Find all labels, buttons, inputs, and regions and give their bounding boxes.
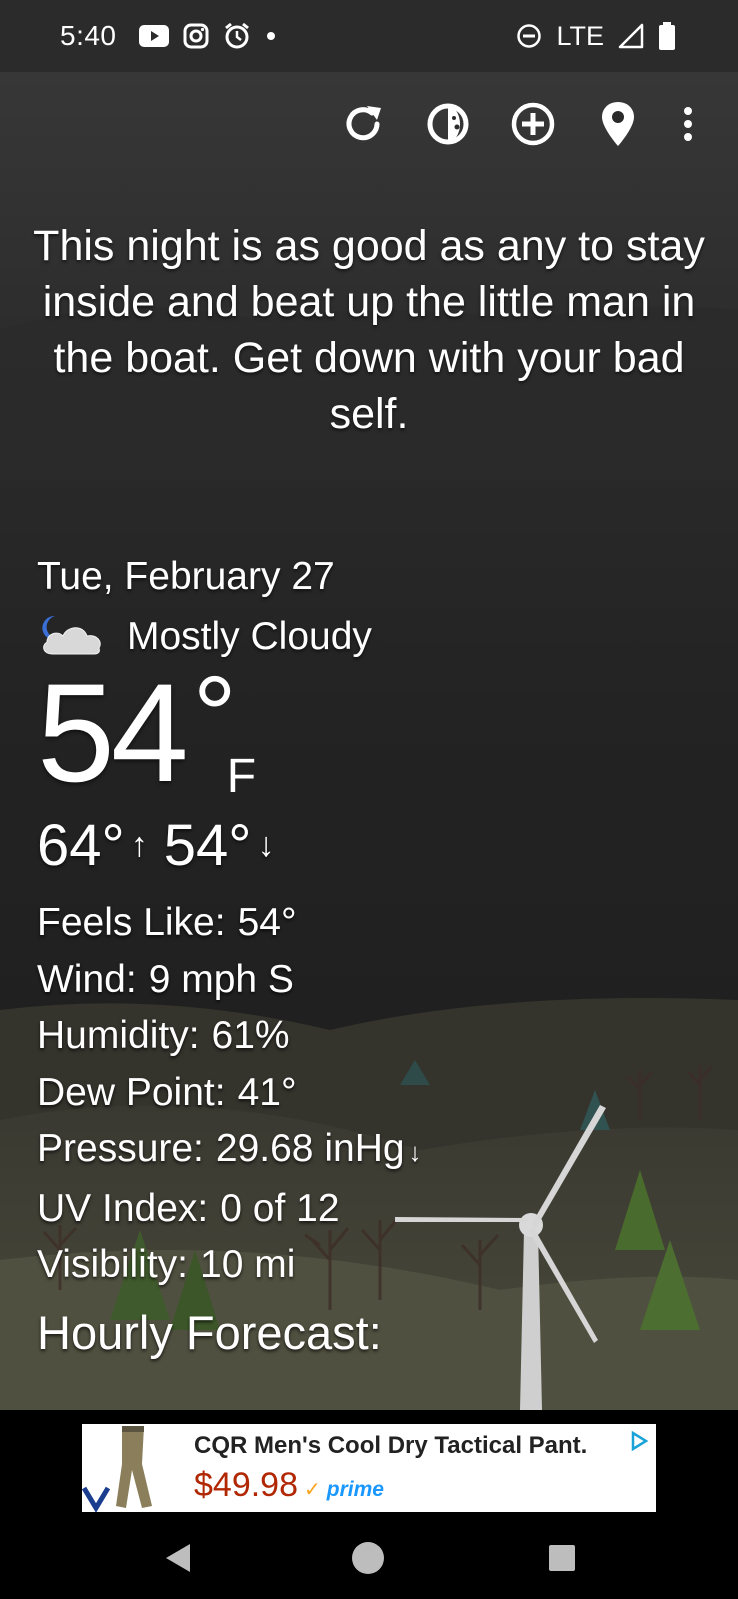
wind-value: 9 mph S — [148, 957, 294, 1001]
high-temp: 64° — [37, 813, 125, 878]
location-pin-icon[interactable] — [590, 96, 646, 152]
humidity-row: Humidity: 61% — [37, 1008, 422, 1065]
weather-screen: 5:40 LTE This night is as good as any to… — [0, 0, 738, 1599]
weather-details: Feels Like: 54° Wind: 9 mph S Humidity: 61%… — [37, 895, 422, 1294]
visibility-value: 10 mi — [200, 1243, 296, 1286]
network-type: LTE — [556, 20, 604, 51]
recents-icon[interactable] — [540, 1536, 584, 1580]
ad-title[interactable]: CQR Men's Cool Dry Tactical Pant. — [194, 1432, 656, 1460]
up-arrow-icon: ↑ — [130, 826, 148, 864]
low-temp: 54° — [163, 813, 252, 878]
ad-price-row: $49.98 ✓ prime — [194, 1466, 656, 1505]
ad-banner[interactable]: CQR Men's Cool Dry Tactical Pant. $49.98… — [81, 1424, 656, 1513]
wind-label: Wind: — [37, 957, 137, 1001]
ad-price: $49.98 — [194, 1465, 298, 1504]
feels-like-label: Feels Like: — [37, 901, 226, 944]
visibility-row: Visibility: 10 mi — [37, 1237, 422, 1294]
current-temperature: 54 ° F — [37, 654, 256, 811]
pressure-label: Pressure: — [37, 1127, 204, 1170]
pressure-row: Pressure: 29.68 inHg ↓ — [37, 1121, 422, 1181]
temperature-degree: ° — [192, 654, 237, 777]
ad-text: CQR Men's Cool Dry Tactical Pant. $49.98… — [182, 1432, 656, 1505]
condition-text: Mostly Cloudy — [127, 614, 372, 658]
uv-index-row: UV Index: 0 of 12 — [37, 1181, 422, 1238]
pressure-trend-icon: ↓ — [408, 1137, 422, 1167]
home-icon[interactable] — [346, 1536, 390, 1580]
back-icon[interactable] — [155, 1536, 199, 1580]
temperature-value: 54 — [37, 654, 189, 811]
forecast-date: Tue, February 27 — [37, 555, 335, 598]
wind-row: Wind: 9 mph S — [37, 952, 422, 1009]
signal-icon — [618, 23, 644, 49]
status-right: LTE — [516, 21, 676, 52]
down-arrow-icon: ↓ — [257, 826, 275, 864]
more-vert-icon[interactable] — [672, 96, 704, 152]
uv-index-value: 0 of 12 — [220, 1186, 340, 1230]
humidity-label: Humidity: — [37, 1014, 200, 1057]
battery-icon — [658, 22, 676, 50]
refresh-icon[interactable] — [335, 96, 391, 152]
weather-quote: This night is as good as any to stay ins… — [33, 222, 705, 438]
hourly-forecast-title: Hourly Forecast: — [37, 1306, 382, 1359]
pressure-value: 29.68 inHg — [215, 1127, 405, 1170]
dew-point-label: Dew Point: — [37, 1070, 226, 1114]
toolbar — [0, 96, 738, 152]
navigation-bar — [0, 1514, 738, 1599]
ad-area: CQR Men's Cool Dry Tactical Pant. $49.98… — [0, 1410, 738, 1514]
status-time: 5:40 — [60, 20, 117, 51]
uv-index-label: UV Index: — [37, 1186, 209, 1230]
visibility-label: Visibility: — [37, 1243, 188, 1286]
feels-like-row: Feels Like: 54° — [37, 895, 422, 952]
status-left: 5:40 — [60, 20, 277, 52]
do-not-disturb-icon — [516, 23, 542, 49]
instagram-icon — [183, 23, 209, 49]
high-low: 64° ↑ 54° ↓ — [37, 812, 288, 879]
alarm-icon — [223, 22, 251, 50]
moon-phase-icon[interactable] — [420, 96, 476, 152]
humidity-value: 61% — [211, 1014, 290, 1057]
prime-check-icon: ✓ — [304, 1478, 321, 1501]
youtube-icon — [138, 25, 169, 47]
ad-prime-label: prime — [326, 1477, 384, 1501]
feels-like-value: 54° — [237, 901, 297, 944]
dot-icon — [265, 30, 277, 42]
temperature-unit: F — [226, 750, 257, 803]
ad-choices-icon[interactable] — [626, 1428, 652, 1454]
add-location-icon[interactable] — [505, 96, 561, 152]
ad-product-image[interactable] — [81, 1424, 182, 1513]
status-bar: 5:40 LTE — [0, 0, 738, 72]
dew-point-row: Dew Point: 41° — [37, 1065, 422, 1122]
dew-point-value: 41° — [237, 1070, 297, 1114]
